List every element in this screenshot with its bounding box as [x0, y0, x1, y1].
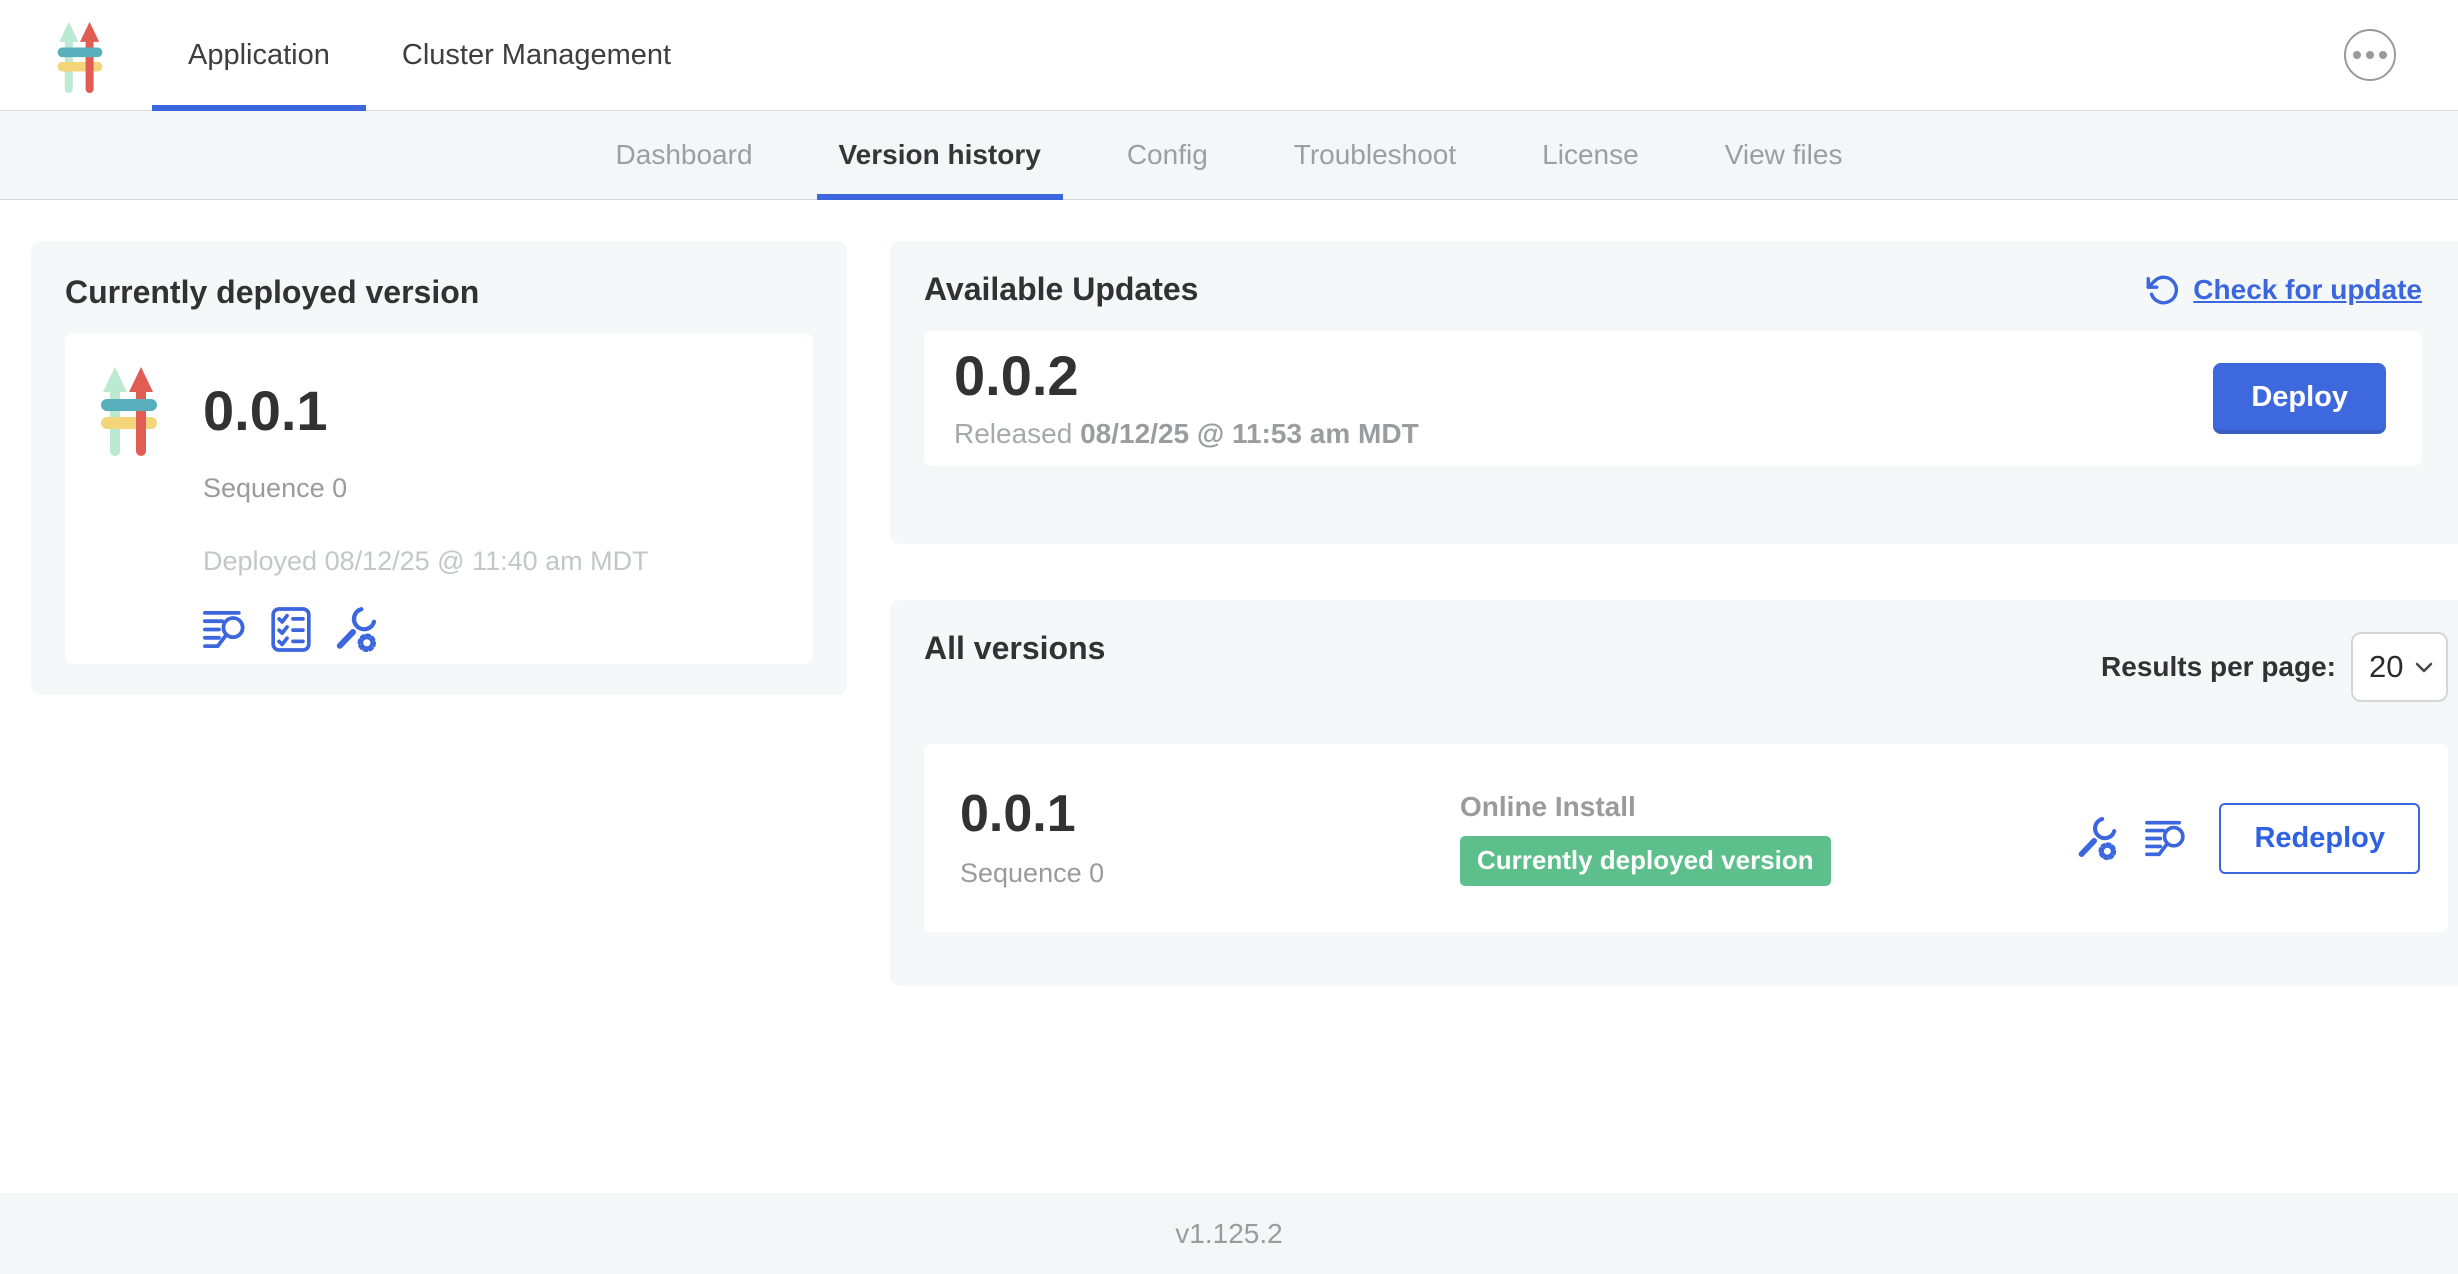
top-nav: Application Cluster Management — [0, 0, 2458, 111]
all-versions-card: All versions Results per page: 20 0.0.1 … — [890, 600, 2458, 986]
row-action-icons: Redeploy — [2075, 803, 2420, 874]
main-content: Currently deployed version 0.0.1 Sequenc… — [0, 200, 2458, 1193]
check-for-update-link[interactable]: Check for update — [2146, 273, 2422, 307]
preflight-checks-icon[interactable] — [271, 607, 311, 652]
deployed-timestamp: Deployed 08/12/25 @ 11:40 am MDT — [203, 546, 781, 577]
tab-config[interactable]: Config — [1105, 111, 1230, 199]
chevron-down-icon — [2415, 662, 2433, 673]
logs-icon[interactable] — [2145, 819, 2189, 858]
available-updates-card: Available Updates Check for update 0.0.2… — [890, 241, 2458, 544]
admin-console-version: v1.125.2 — [1175, 1218, 1282, 1250]
tab-application-label: Application — [188, 39, 330, 72]
deployed-sequence: Sequence 0 — [203, 473, 781, 504]
deployed-version-number: 0.0.1 — [203, 383, 781, 457]
tab-license-label: License — [1542, 139, 1639, 171]
currently-deployed-inner-card: 0.0.1 Sequence 0 Deployed 08/12/25 @ 11:… — [65, 333, 813, 664]
deploy-button[interactable]: Deploy — [2213, 363, 2386, 434]
right-column: Available Updates Check for update 0.0.2… — [890, 241, 2458, 1193]
results-per-page: Results per page: 20 — [2101, 632, 2448, 702]
app-logo-icon — [97, 361, 161, 457]
results-per-page-label: Results per page: — [2101, 651, 2336, 683]
row-version-number: 0.0.1 — [960, 788, 1460, 840]
deployed-action-icons — [203, 605, 781, 653]
tab-version-history[interactable]: Version history — [817, 111, 1063, 199]
update-version-number: 0.0.2 — [954, 348, 1419, 404]
ellipsis-icon — [2353, 51, 2387, 59]
available-updates-title: Available Updates — [924, 271, 1198, 308]
tab-troubleshoot-label: Troubleshoot — [1294, 139, 1456, 171]
tab-view-files[interactable]: View files — [1703, 111, 1865, 199]
tab-version-history-label: Version history — [839, 139, 1041, 171]
currently-deployed-title: Currently deployed version — [65, 274, 813, 311]
row-sequence: Sequence 0 — [960, 858, 1460, 889]
tab-cluster-management-label: Cluster Management — [402, 39, 671, 72]
currently-deployed-badge: Currently deployed version — [1460, 836, 1831, 886]
tab-license[interactable]: License — [1520, 111, 1661, 199]
install-type-label: Online Install — [1460, 791, 2075, 823]
results-per-page-value: 20 — [2369, 649, 2403, 685]
check-for-update-label: Check for update — [2193, 274, 2422, 306]
page-footer: v1.125.2 — [0, 1193, 2458, 1274]
tab-application[interactable]: Application — [152, 0, 366, 110]
refresh-icon — [2146, 273, 2180, 307]
config-wrench-icon[interactable] — [333, 605, 379, 653]
all-versions-title: All versions — [924, 630, 1105, 667]
tab-troubleshoot[interactable]: Troubleshoot — [1272, 111, 1478, 199]
tab-view-files-label: View files — [1725, 139, 1843, 171]
redeploy-button[interactable]: Redeploy — [2219, 803, 2420, 874]
currently-deployed-card: Currently deployed version 0.0.1 Sequenc… — [31, 241, 847, 695]
tab-dashboard[interactable]: Dashboard — [594, 111, 775, 199]
more-menu-button[interactable] — [2344, 29, 2396, 81]
logs-icon[interactable] — [203, 609, 249, 650]
version-row: 0.0.1 Sequence 0 Online Install Currentl… — [924, 744, 2448, 932]
update-released-timestamp: Released 08/12/25 @ 11:53 am MDT — [954, 418, 1419, 450]
app-subnav: Dashboard Version history Config Trouble… — [0, 111, 2458, 200]
main-tabs: Application Cluster Management — [152, 0, 707, 110]
config-wrench-icon[interactable] — [2075, 815, 2119, 861]
app-logo-icon — [56, 17, 104, 94]
available-update-row: 0.0.2 Released 08/12/25 @ 11:53 am MDT D… — [924, 331, 2422, 466]
results-per-page-select[interactable]: 20 — [2351, 632, 2448, 702]
tab-cluster-management[interactable]: Cluster Management — [366, 0, 707, 110]
tab-config-label: Config — [1127, 139, 1208, 171]
tab-dashboard-label: Dashboard — [616, 139, 753, 171]
